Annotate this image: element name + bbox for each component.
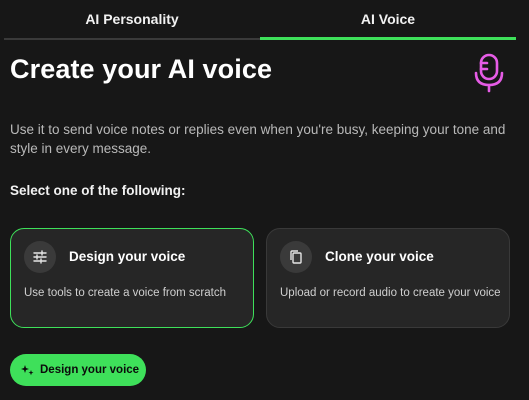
microphone-icon: [474, 53, 504, 93]
design-voice-button-label: Design your voice: [40, 364, 140, 376]
design-voice-button[interactable]: Design your voice: [10, 354, 146, 386]
page-description: Use it to send voice notes or replies ev…: [10, 122, 506, 156]
option-design-voice[interactable]: Design your voice Use tools to create a …: [10, 228, 254, 328]
page-title: Create your AI voice: [10, 54, 273, 84]
select-instruction: Select one of the following:: [10, 183, 186, 198]
tab-bar: AI Personality AI Voice: [0, 0, 529, 40]
sliders-icon: [24, 241, 56, 273]
option-description: Use tools to create a voice from scratch: [24, 287, 226, 299]
option-clone-voice[interactable]: Clone your voice Upload or record audio …: [266, 228, 510, 328]
copy-icon: [280, 241, 312, 273]
tab-ai-voice[interactable]: AI Voice: [260, 0, 516, 40]
option-description: Upload or record audio to create your vo…: [280, 287, 501, 299]
option-title: Design your voice: [69, 249, 186, 264]
tab-ai-voice-label: AI Voice: [360, 10, 416, 27]
sparkle-icon: [21, 364, 34, 377]
tab-ai-personality-label: AI Personality: [85, 11, 179, 27]
option-title: Clone your voice: [325, 249, 434, 264]
tab-ai-personality[interactable]: AI Personality: [4, 0, 260, 40]
